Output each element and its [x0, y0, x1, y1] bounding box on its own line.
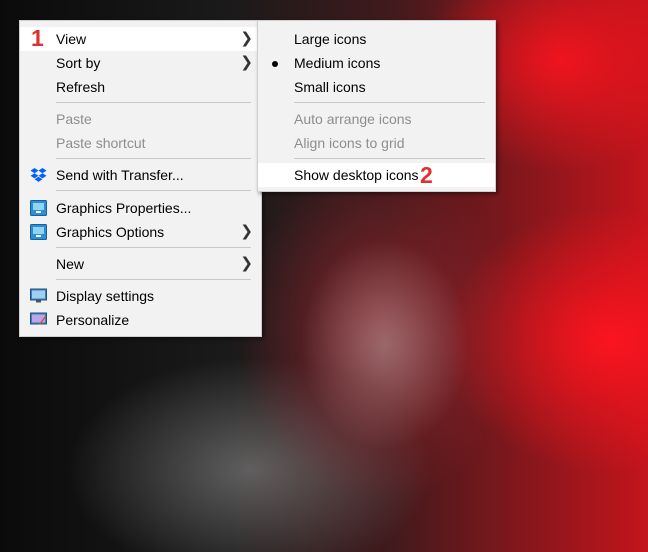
menu-separator [56, 102, 251, 103]
chevron-right-icon: ❯ [240, 255, 253, 272]
menu-item-refresh-label: Refresh [56, 79, 106, 95]
chevron-right-icon: ❯ [240, 223, 253, 240]
submenu-item-large-icons-label: Large icons [294, 31, 367, 47]
submenu-item-auto-arrange-icons-label: Auto arrange icons [294, 111, 412, 127]
display-icon [30, 288, 47, 303]
menu-item-view[interactable]: View ❯ [20, 27, 261, 51]
intel-graphics-icon [30, 200, 47, 216]
menu-item-paste[interactable]: Paste [20, 107, 261, 131]
menu-item-graphics-options-label: Graphics Options [56, 224, 165, 240]
menu-item-personalize[interactable]: Personalize [20, 308, 261, 332]
menu-item-refresh[interactable]: Refresh [20, 75, 261, 99]
menu-item-paste-shortcut-label: Paste shortcut [56, 135, 146, 151]
menu-separator [56, 279, 251, 280]
menu-item-send-with-transfer-label: Send with Transfer... [56, 167, 184, 183]
menu-item-display-settings[interactable]: Display settings [20, 284, 261, 308]
menu-item-personalize-label: Personalize [56, 312, 130, 328]
menu-item-view-label: View [56, 31, 87, 47]
menu-item-sort-by-label: Sort by [56, 55, 101, 71]
menu-item-paste-shortcut[interactable]: Paste shortcut [20, 131, 261, 155]
submenu-item-show-desktop-icons[interactable]: Show desktop icons [258, 163, 495, 187]
chevron-right-icon: ❯ [240, 30, 253, 47]
menu-separator [56, 158, 251, 159]
menu-item-graphics-options[interactable]: Graphics Options ❯ [20, 220, 261, 244]
selected-bullet-icon [272, 61, 278, 67]
menu-separator [294, 102, 485, 103]
menu-item-paste-label: Paste [56, 111, 92, 127]
menu-separator [294, 158, 485, 159]
menu-item-sort-by[interactable]: Sort by ❯ [20, 51, 261, 75]
menu-separator [56, 247, 251, 248]
submenu-item-medium-icons[interactable]: Medium icons [258, 51, 495, 75]
menu-item-new-label: New [56, 256, 85, 272]
submenu-item-large-icons[interactable]: Large icons [258, 27, 495, 51]
dropbox-icon [30, 168, 47, 182]
menu-item-send-with-transfer[interactable]: Send with Transfer... [20, 163, 261, 187]
menu-separator [56, 190, 251, 191]
menu-item-graphics-properties[interactable]: Graphics Properties... [20, 196, 261, 220]
submenu-item-align-icons-to-grid[interactable]: Align icons to grid [258, 131, 495, 155]
submenu-item-align-icons-to-grid-label: Align icons to grid [294, 135, 405, 151]
menu-item-display-settings-label: Display settings [56, 288, 155, 304]
submenu-item-medium-icons-label: Medium icons [294, 55, 381, 71]
submenu-item-small-icons-label: Small icons [294, 79, 366, 95]
menu-item-new[interactable]: New ❯ [20, 252, 261, 276]
submenu-item-small-icons[interactable]: Small icons [258, 75, 495, 99]
step-2-annotation: 2 [420, 162, 433, 188]
submenu-item-show-desktop-icons-label: Show desktop icons [294, 167, 419, 183]
submenu-item-auto-arrange-icons[interactable]: Auto arrange icons [258, 107, 495, 131]
personalize-icon [30, 312, 47, 325]
step-1-annotation: 1 [31, 25, 44, 51]
menu-item-graphics-properties-label: Graphics Properties... [56, 200, 192, 216]
desktop-context-menu: View ❯ Sort by ❯ Refresh Paste Paste sho… [19, 20, 262, 337]
chevron-right-icon: ❯ [240, 54, 253, 71]
intel-graphics-icon [30, 224, 47, 240]
view-submenu: Large icons Medium icons Small icons Aut… [257, 20, 496, 192]
